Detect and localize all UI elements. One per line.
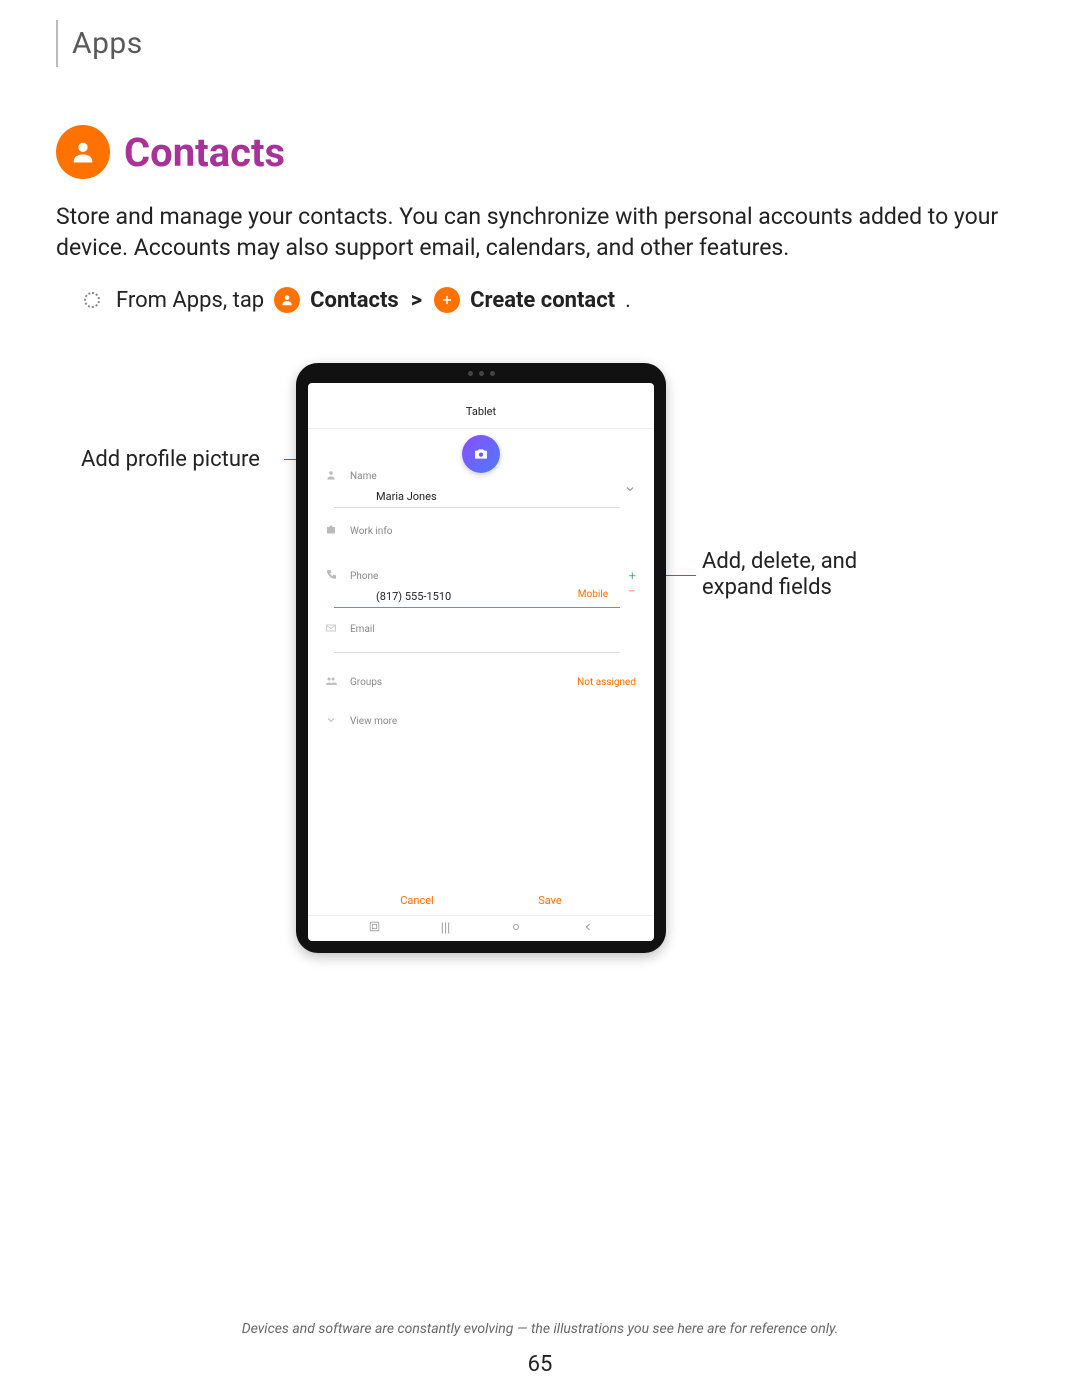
view-more-label: View more	[350, 716, 397, 727]
create-inline-icon	[434, 287, 460, 313]
form-buttons: Cancel Save	[308, 894, 654, 907]
briefcase-icon	[324, 524, 338, 539]
step-chevron-icon: >	[409, 288, 424, 313]
chevron-down-icon	[324, 714, 338, 729]
contacts-app-icon	[56, 125, 110, 179]
tablet-screen: Tablet Name Maria Jones	[308, 383, 654, 941]
person-icon	[324, 469, 338, 484]
step-app-label: Contacts	[310, 288, 399, 313]
work-label: Work info	[350, 526, 393, 537]
footnote: Devices and software are constantly evol…	[0, 1321, 1080, 1337]
intro-text: Store and manage your contacts. You can …	[56, 201, 1024, 263]
groups-value: Not assigned	[577, 677, 636, 688]
name-row: Name	[308, 463, 654, 490]
work-row[interactable]: Work info	[308, 518, 654, 545]
section-header: Apps	[56, 20, 143, 67]
step-bullet-icon	[84, 292, 100, 308]
back-button[interactable]	[582, 921, 594, 937]
remove-phone-button[interactable]: −	[628, 584, 636, 600]
phone-type-selector[interactable]: Mobile	[578, 589, 608, 600]
name-label: Name	[350, 471, 377, 482]
step-action-label: Create contact	[470, 288, 615, 313]
recents-button[interactable]: |||	[441, 921, 451, 936]
page-number: 65	[0, 1352, 1080, 1377]
add-phone-button[interactable]: +	[629, 569, 636, 584]
phone-label: Phone	[350, 571, 378, 582]
tablet-device: Tablet Name Maria Jones	[296, 363, 666, 953]
figure: Add profile picture Add, delete, and exp…	[56, 363, 1024, 983]
phone-icon	[324, 569, 338, 584]
instruction-step: From Apps, tap Contacts > Create contact…	[84, 287, 1024, 313]
storage-location-header[interactable]: Tablet	[308, 383, 654, 429]
callout-expand-fields: Add, delete, and expand fields	[702, 549, 912, 602]
step-period: .	[625, 288, 631, 313]
tablet-sensors	[451, 371, 511, 376]
groups-icon	[324, 675, 338, 690]
step-prefix: From Apps, tap	[116, 288, 264, 313]
home-button[interactable]	[510, 921, 522, 937]
save-button[interactable]: Save	[538, 894, 562, 907]
contact-form: Name Maria Jones Work info	[308, 429, 654, 735]
email-label: Email	[350, 624, 375, 635]
page-title: Contacts	[124, 129, 285, 176]
contacts-inline-icon	[274, 287, 300, 313]
page-title-row: Contacts	[56, 125, 1024, 179]
expand-name-button[interactable]	[624, 483, 636, 499]
email-row: Email	[308, 616, 654, 643]
view-more-row[interactable]: View more	[308, 708, 654, 735]
callout-profile-picture: Add profile picture	[81, 447, 260, 473]
groups-row[interactable]: Groups Not assigned	[308, 669, 654, 696]
system-nav-bar: |||	[308, 915, 654, 941]
cancel-button[interactable]: Cancel	[400, 894, 433, 907]
screenshot-icon[interactable]	[368, 920, 381, 937]
email-icon	[324, 622, 338, 637]
groups-label: Groups	[350, 677, 382, 688]
